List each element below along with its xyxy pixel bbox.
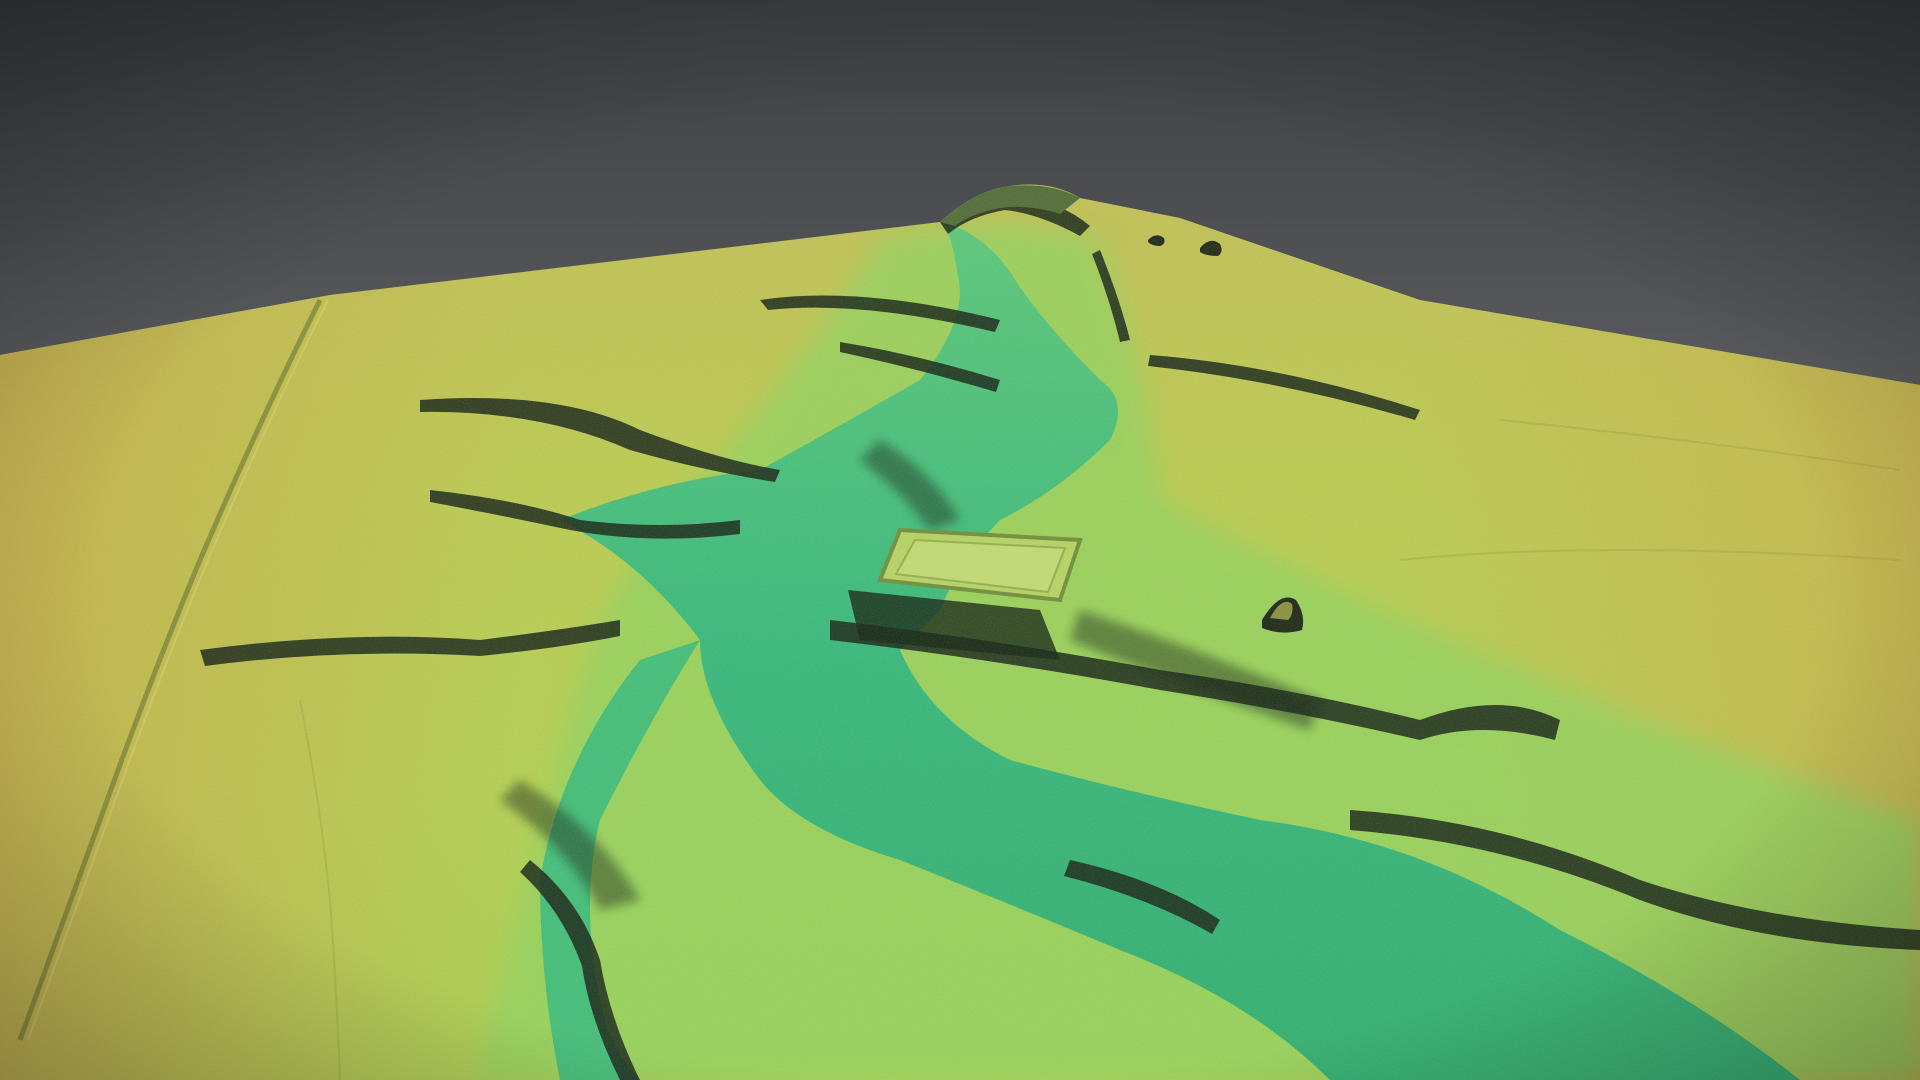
lidar-terrain-view[interactable] — [0, 0, 1920, 1080]
vignette — [0, 0, 1920, 1080]
terrain-svg — [0, 0, 1920, 1080]
